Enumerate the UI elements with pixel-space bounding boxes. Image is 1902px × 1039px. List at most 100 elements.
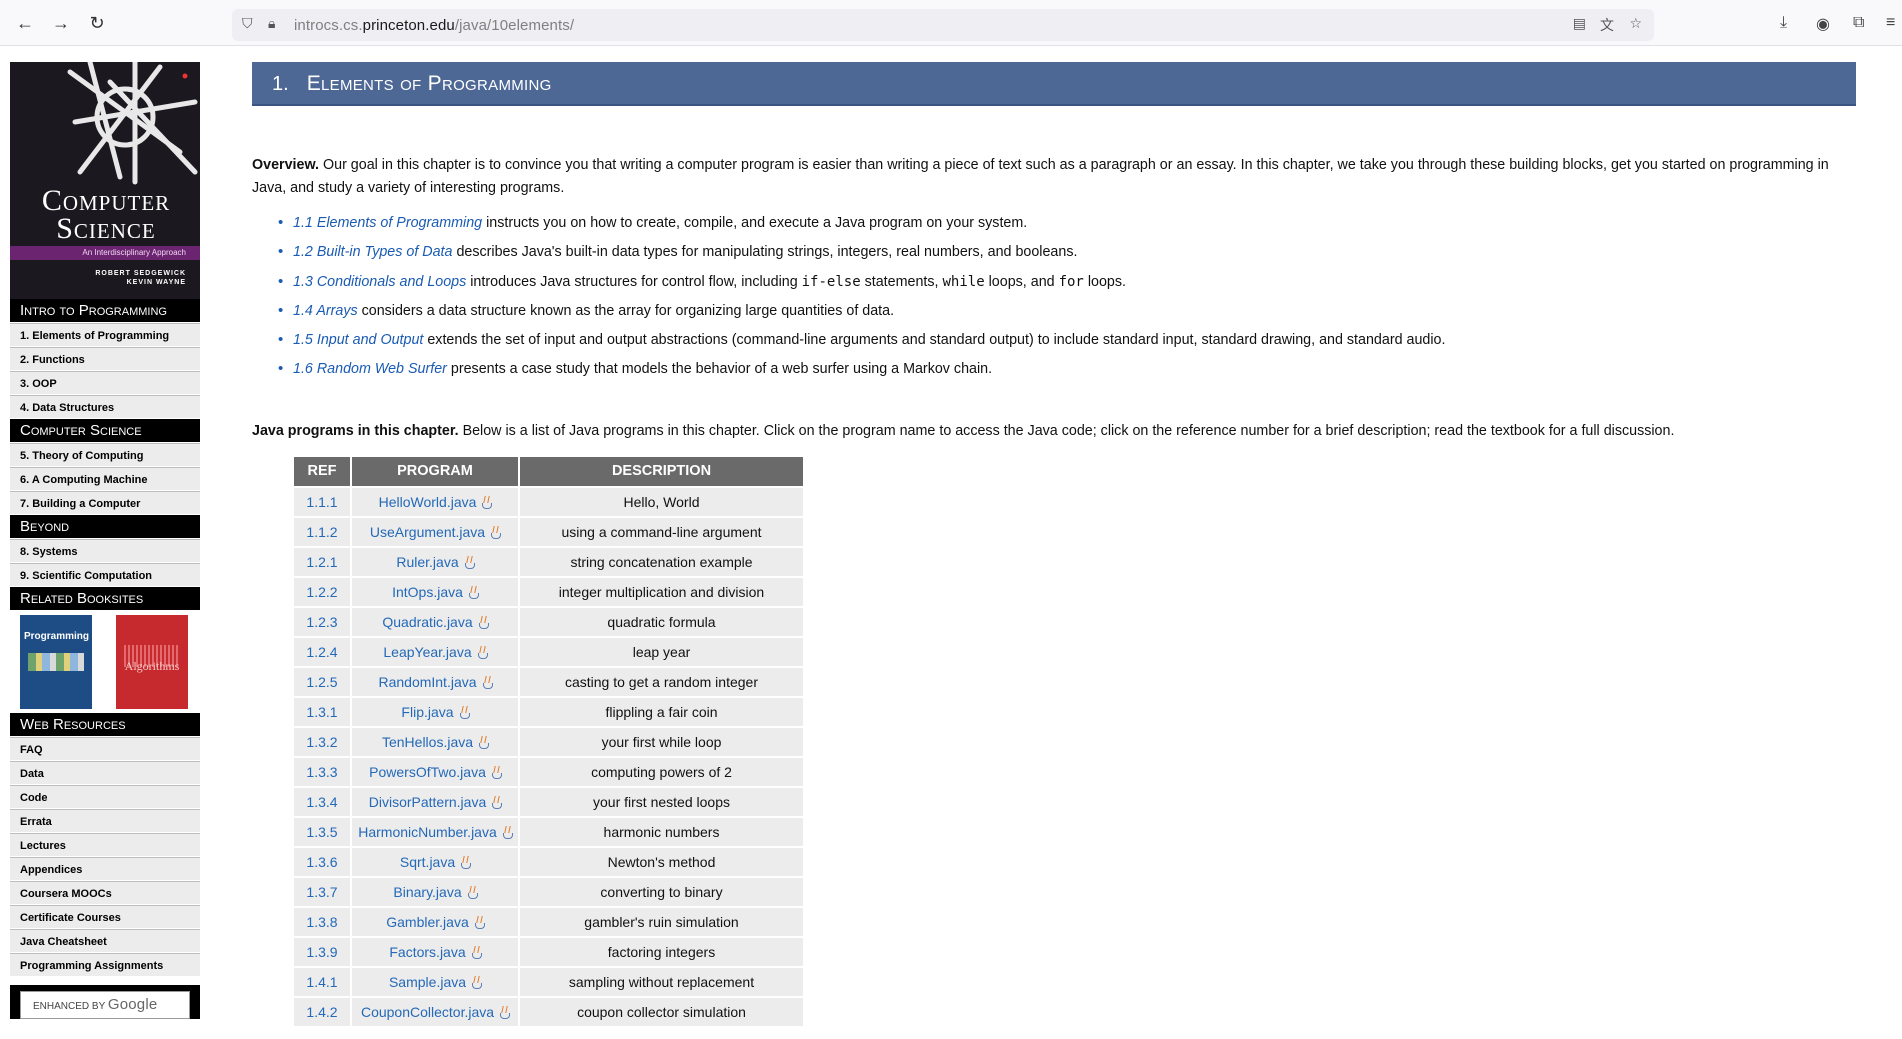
ref-link[interactable]: 1.3.9: [294, 937, 350, 966]
program-link[interactable]: Flip.java: [401, 704, 453, 720]
sidebar-item-functions[interactable]: 2. Functions: [10, 347, 200, 371]
program-link[interactable]: Binary.java: [393, 884, 461, 900]
program-link[interactable]: HarmonicNumber.java: [358, 824, 497, 840]
program-link[interactable]: Sqrt.java: [400, 854, 455, 870]
sidebar-item-machine[interactable]: 6. A Computing Machine: [10, 467, 200, 491]
sidebar-item-errata[interactable]: Errata: [10, 809, 200, 833]
sidebar-heading-cs: Computer Science: [10, 419, 200, 443]
bookmark-star-icon[interactable]: ☆: [1629, 15, 1642, 32]
program-link[interactable]: HelloWorld.java: [379, 494, 477, 510]
shield-icon[interactable]: ⛉: [242, 15, 253, 32]
forward-icon[interactable]: →: [50, 12, 72, 34]
section-link-1-6[interactable]: 1.6 Random Web Surfer: [293, 361, 447, 377]
ref-link[interactable]: 1.3.7: [294, 877, 350, 906]
sidebar-item-building[interactable]: 7. Building a Computer: [10, 491, 200, 515]
book-cover[interactable]: Computer Science An Interdisciplinary Ap…: [10, 62, 200, 299]
url-text[interactable]: introcs.cs.princeton.edu/java/10elements…: [294, 17, 574, 34]
program-link[interactable]: DivisorPattern.java: [369, 794, 487, 810]
java-icon[interactable]: [471, 976, 483, 989]
sidebar-item-oop[interactable]: 3. OOP: [10, 371, 200, 395]
menu-icon[interactable]: ≡: [1886, 14, 1895, 32]
section-link-1-4[interactable]: 1.4 Arrays: [293, 303, 358, 319]
section-link-1-1[interactable]: 1.1 Elements of Programming: [293, 215, 482, 231]
program-link[interactable]: TenHellos.java: [382, 734, 473, 750]
search-input[interactable]: ENHANCED BY Google: [20, 991, 190, 1019]
sidebar-item-data-structures[interactable]: 4. Data Structures: [10, 395, 200, 419]
program-cell: Quadratic.java: [352, 607, 518, 636]
reload-icon[interactable]: ↻: [86, 12, 108, 34]
sidebar-item-faq[interactable]: FAQ: [10, 737, 200, 761]
sidebar-item-certificate[interactable]: Certificate Courses: [10, 905, 200, 929]
ref-link[interactable]: 1.4.2: [294, 997, 350, 1026]
sidebar-item-theory[interactable]: 5. Theory of Computing: [10, 443, 200, 467]
program-link[interactable]: CouponCollector.java: [361, 1004, 494, 1020]
ref-link[interactable]: 1.3.6: [294, 847, 350, 876]
lock-icon[interactable]: 🔒︎: [268, 15, 275, 32]
address-bar[interactable]: ⛉ 🔒︎ introcs.cs.princeton.edu/java/10ele…: [232, 9, 1654, 41]
program-link[interactable]: PowersOfTwo.java: [369, 764, 486, 780]
program-link[interactable]: UseArgument.java: [370, 524, 485, 540]
sidebar-item-data[interactable]: Data: [10, 761, 200, 785]
program-link[interactable]: IntOps.java: [392, 584, 463, 600]
extensions-icon[interactable]: ⧉: [1853, 14, 1864, 32]
java-icon[interactable]: [499, 1006, 511, 1019]
program-link[interactable]: Ruler.java: [396, 554, 458, 570]
java-icon[interactable]: [481, 496, 493, 509]
back-icon[interactable]: ←: [14, 12, 36, 34]
reader-view-icon[interactable]: ▤: [1573, 15, 1586, 32]
ref-link[interactable]: 1.3.4: [294, 787, 350, 816]
java-icon[interactable]: [464, 556, 475, 569]
account-icon[interactable]: ◉: [1816, 14, 1830, 34]
sidebar-item-code[interactable]: Code: [10, 785, 200, 809]
java-icon[interactable]: [471, 946, 482, 959]
section-link-1-5[interactable]: 1.5 Input and Output: [293, 332, 423, 348]
program-link[interactable]: Quadratic.java: [382, 614, 472, 630]
sidebar-item-elements[interactable]: 1. Elements of Programming: [10, 323, 200, 347]
java-icon[interactable]: [460, 856, 472, 869]
java-icon[interactable]: [482, 676, 493, 689]
ref-link[interactable]: 1.3.5: [294, 817, 350, 846]
description-cell: using a command-line argument: [520, 517, 803, 546]
program-link[interactable]: Sample.java: [389, 974, 466, 990]
sidebar-item-lectures[interactable]: Lectures: [10, 833, 200, 857]
ref-link[interactable]: 1.2.4: [294, 637, 350, 666]
ref-link[interactable]: 1.4.1: [294, 967, 350, 996]
java-icon[interactable]: [474, 916, 485, 929]
sidebar-item-assignments[interactable]: Programming Assignments: [10, 953, 200, 977]
ref-link[interactable]: 1.2.5: [294, 667, 350, 696]
algorithms-book-cover[interactable]: Algorithms: [116, 615, 188, 709]
java-icon[interactable]: [478, 616, 489, 629]
sidebar-item-cheatsheet[interactable]: Java Cheatsheet: [10, 929, 200, 953]
section-link-1-3[interactable]: 1.3 Conditionals and Loops: [293, 274, 466, 290]
program-link[interactable]: RandomInt.java: [378, 674, 476, 690]
ref-link[interactable]: 1.2.3: [294, 607, 350, 636]
ref-link[interactable]: 1.3.1: [294, 697, 350, 726]
ref-link[interactable]: 1.3.8: [294, 907, 350, 936]
ref-link[interactable]: 1.2.1: [294, 547, 350, 576]
ref-link[interactable]: 1.1.1: [294, 487, 350, 516]
ref-link[interactable]: 1.1.2: [294, 517, 350, 546]
translate-icon[interactable]: 文: [1600, 15, 1614, 35]
java-icon[interactable]: [490, 526, 502, 539]
program-link[interactable]: LeapYear.java: [383, 644, 471, 660]
sidebar-item-scientific[interactable]: 9. Scientific Computation: [10, 563, 200, 587]
sidebar-item-systems[interactable]: 8. Systems: [10, 539, 200, 563]
ref-link[interactable]: 1.3.3: [294, 757, 350, 786]
java-icon[interactable]: [491, 766, 502, 779]
downloads-icon[interactable]: ⤓: [1780, 14, 1787, 32]
ref-link[interactable]: 1.2.2: [294, 577, 350, 606]
java-icon[interactable]: [478, 736, 490, 749]
java-icon[interactable]: [468, 586, 479, 599]
section-link-1-2[interactable]: 1.2 Built-in Types of Data: [293, 244, 452, 260]
java-icon[interactable]: [491, 796, 503, 809]
java-icon[interactable]: [467, 886, 478, 899]
program-link[interactable]: Factors.java: [389, 944, 465, 960]
java-icon[interactable]: [477, 646, 488, 659]
ref-link[interactable]: 1.3.2: [294, 727, 350, 756]
python-book-cover[interactable]: Programming: [20, 615, 92, 709]
sidebar-item-coursera[interactable]: Coursera MOOCs: [10, 881, 200, 905]
program-link[interactable]: Gambler.java: [386, 914, 468, 930]
sidebar-item-appendices[interactable]: Appendices: [10, 857, 200, 881]
java-icon[interactable]: [459, 706, 470, 719]
java-icon[interactable]: [502, 826, 513, 839]
